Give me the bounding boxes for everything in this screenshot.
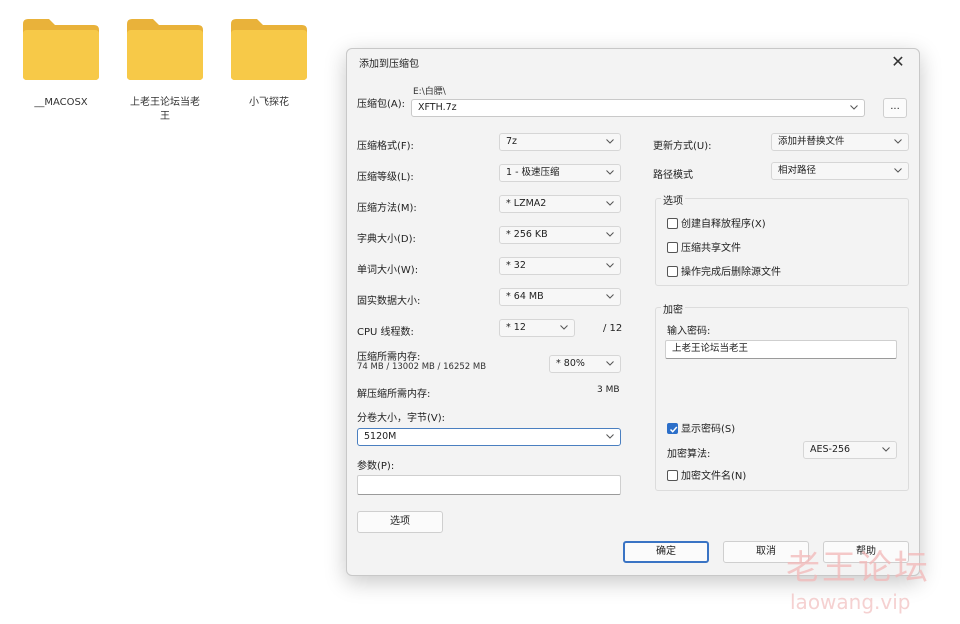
ok-button[interactable]: 确定 bbox=[623, 541, 709, 563]
sfx-checkbox-label: 创建自释放程序(X) bbox=[681, 219, 766, 230]
chevron-down-icon[interactable] bbox=[604, 134, 616, 150]
password-input[interactable]: 上老王论坛当老王 bbox=[665, 340, 897, 359]
mem-decompress-value: 3 MB bbox=[597, 385, 620, 395]
watermark-text: 老王论坛 bbox=[786, 548, 930, 588]
delete-after-checkbox-label: 操作完成后删除源文件 bbox=[681, 267, 781, 278]
solid-value: * 64 MB bbox=[506, 291, 544, 302]
dialog-titlebar[interactable]: 添加到压缩包 ✕ bbox=[347, 49, 919, 75]
folder-label: __MACOSX bbox=[34, 97, 88, 108]
mem-compress-value: * 80% bbox=[556, 358, 585, 369]
watermark-url: laowang.vip bbox=[790, 590, 911, 614]
chevron-down-icon[interactable] bbox=[604, 429, 616, 445]
options-group-title: 选项 bbox=[661, 192, 685, 207]
checkbox-box[interactable] bbox=[667, 266, 678, 277]
method-value: * LZMA2 bbox=[506, 198, 547, 209]
shared-files-checkbox-label: 压缩共享文件 bbox=[681, 243, 741, 254]
level-value: 1 - 极速压缩 bbox=[506, 167, 560, 178]
archive-name-value: XFTH.7z bbox=[418, 102, 457, 113]
desktop-folder-macosx[interactable]: __MACOSX bbox=[6, 16, 116, 110]
dict-select[interactable]: * 256 KB bbox=[499, 226, 621, 244]
folder-label: 小飞探花 bbox=[249, 97, 289, 108]
desktop-folder-xfth[interactable]: 小飞探花 bbox=[214, 16, 324, 110]
chevron-down-icon[interactable] bbox=[604, 356, 616, 372]
options-button[interactable]: 选项 bbox=[357, 511, 443, 533]
word-value: * 32 bbox=[506, 260, 526, 271]
level-select[interactable]: 1 - 极速压缩 bbox=[499, 164, 621, 182]
cpu-label: CPU 线程数: bbox=[357, 327, 414, 338]
close-icon[interactable]: ✕ bbox=[885, 51, 911, 73]
encryption-method-select[interactable]: AES-256 bbox=[803, 441, 897, 459]
format-select[interactable]: 7z bbox=[499, 133, 621, 151]
show-password-checkbox[interactable]: 显示密码(S) bbox=[667, 420, 735, 435]
password-label: 输入密码: bbox=[667, 326, 711, 337]
archive-path: E:\白膘\ bbox=[413, 87, 446, 97]
word-label: 单词大小(W): bbox=[357, 265, 419, 276]
method-select[interactable]: * LZMA2 bbox=[499, 195, 621, 213]
encryption-group-title: 加密 bbox=[661, 301, 685, 316]
split-combo[interactable]: 5120M bbox=[357, 428, 621, 446]
update-value: 添加并替换文件 bbox=[778, 136, 845, 147]
mem-compress-select[interactable]: * 80% bbox=[549, 355, 621, 373]
format-label: 压缩格式(F): bbox=[357, 141, 414, 152]
chevron-down-icon[interactable] bbox=[848, 100, 860, 116]
cpu-max: / 12 bbox=[603, 323, 623, 334]
folder-label: 上老王论坛当老王 bbox=[130, 97, 200, 122]
split-value: 5120M bbox=[364, 431, 397, 442]
chevron-down-icon[interactable] bbox=[604, 289, 616, 305]
method-label: 压缩方法(M): bbox=[357, 203, 417, 214]
browse-button[interactable]: ... bbox=[883, 98, 907, 118]
show-password-label: 显示密码(S) bbox=[681, 424, 736, 435]
folder-icon bbox=[23, 19, 99, 80]
mem-compress-label: 压缩所需内存: bbox=[357, 352, 421, 363]
solid-label: 固实数据大小: bbox=[357, 296, 421, 307]
checkbox-box[interactable] bbox=[667, 470, 678, 481]
path-mode-value: 相对路径 bbox=[778, 165, 817, 176]
archive-name-combo[interactable]: XFTH.7z bbox=[411, 99, 865, 117]
path-mode-select[interactable]: 相对路径 bbox=[771, 162, 909, 180]
encrypt-names-label: 加密文件名(N) bbox=[681, 471, 747, 482]
encryption-method-value: AES-256 bbox=[810, 444, 851, 455]
desktop-folder-laowang[interactable]: 上老王论坛当老王 bbox=[110, 16, 220, 124]
format-value: 7z bbox=[506, 136, 518, 147]
word-select[interactable]: * 32 bbox=[499, 257, 621, 275]
level-label: 压缩等级(L): bbox=[357, 172, 414, 183]
encryption-method-label: 加密算法: bbox=[667, 449, 711, 460]
chevron-down-icon[interactable] bbox=[558, 320, 570, 336]
params-label: 参数(P): bbox=[357, 461, 395, 472]
shared-files-checkbox[interactable]: 压缩共享文件 bbox=[667, 239, 741, 254]
checkbox-box-checked[interactable] bbox=[667, 423, 678, 434]
solid-select[interactable]: * 64 MB bbox=[499, 288, 621, 306]
folder-icon bbox=[127, 19, 203, 80]
dict-label: 字典大小(D): bbox=[357, 234, 416, 245]
mem-decompress-label: 解压缩所需内存: bbox=[357, 389, 431, 400]
delete-after-checkbox[interactable]: 操作完成后删除源文件 bbox=[667, 263, 781, 278]
chevron-down-icon[interactable] bbox=[604, 258, 616, 274]
path-mode-label: 路径模式 bbox=[653, 170, 693, 181]
params-input[interactable] bbox=[357, 475, 621, 495]
dict-value: * 256 KB bbox=[506, 229, 548, 240]
chevron-down-icon[interactable] bbox=[604, 227, 616, 243]
archive-label: 压缩包(A): bbox=[357, 99, 406, 110]
cpu-select[interactable]: * 12 bbox=[499, 319, 575, 337]
checkbox-box[interactable] bbox=[667, 242, 678, 253]
chevron-down-icon[interactable] bbox=[604, 165, 616, 181]
chevron-down-icon[interactable] bbox=[892, 134, 904, 150]
folder-icon bbox=[231, 19, 307, 80]
sfx-checkbox[interactable]: 创建自释放程序(X) bbox=[667, 215, 766, 230]
add-to-archive-dialog: 添加到压缩包 ✕ 压缩包(A): E:\白膘\ XFTH.7z ... 压缩格式… bbox=[346, 48, 920, 576]
encrypt-names-checkbox[interactable]: 加密文件名(N) bbox=[667, 467, 746, 482]
dialog-title: 添加到压缩包 bbox=[359, 59, 419, 70]
chevron-down-icon[interactable] bbox=[880, 442, 892, 458]
chevron-down-icon[interactable] bbox=[604, 196, 616, 212]
mem-compress-detail: 74 MB / 13002 MB / 16252 MB bbox=[357, 362, 487, 372]
cpu-value: * 12 bbox=[506, 322, 526, 333]
split-label: 分卷大小，字节(V): bbox=[357, 413, 446, 424]
checkbox-box[interactable] bbox=[667, 218, 678, 229]
update-select[interactable]: 添加并替换文件 bbox=[771, 133, 909, 151]
chevron-down-icon[interactable] bbox=[892, 163, 904, 179]
update-label: 更新方式(U): bbox=[653, 141, 712, 152]
